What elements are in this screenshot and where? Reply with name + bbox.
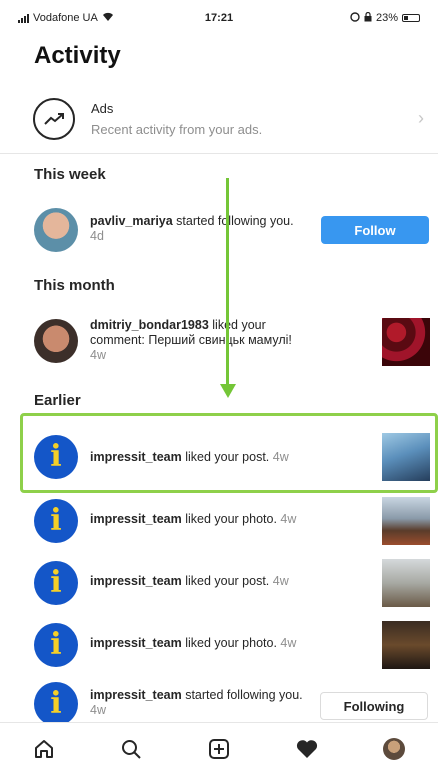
notification-time: 4w: [269, 574, 289, 588]
section-title-this-month: This month: [34, 277, 115, 294]
heart-icon: [296, 739, 317, 758]
home-icon: [34, 739, 53, 758]
notification-username[interactable]: impressit_team: [90, 636, 182, 650]
notification-text: impressit_team liked your post. 4w: [90, 450, 310, 465]
notification-text: dmitriy_bondar1983 liked your comment: П…: [90, 318, 310, 363]
brand-logo-glyph: i: [50, 686, 62, 721]
ads-subtitle: Recent activity from your ads.: [91, 121, 263, 137]
notification-text: impressit_team started following you. 4w: [90, 688, 310, 718]
notification-username[interactable]: impressit_team: [90, 688, 182, 702]
notification-item[interactable]: i impressit_team liked your post. 4w: [0, 554, 438, 612]
avatar[interactable]: [34, 208, 78, 252]
brand-logo-glyph: i: [50, 627, 62, 662]
notification-time: 4w: [269, 450, 289, 464]
notification-item[interactable]: pavliv_mariya started following you. 4d …: [0, 200, 438, 260]
follow-button[interactable]: Follow: [321, 216, 429, 244]
following-button[interactable]: Following: [320, 692, 428, 720]
notification-username[interactable]: pavliv_mariya: [90, 214, 173, 228]
carrier-label: Vodafone UA: [33, 12, 98, 24]
post-thumbnail[interactable]: [382, 559, 430, 607]
brand-logo-glyph: i: [50, 439, 62, 474]
notification-item[interactable]: i impressit_team liked your photo. 4w: [0, 616, 438, 674]
notification-action: started following you.: [172, 214, 294, 228]
chevron-right-icon: ›: [418, 108, 424, 128]
ads-row[interactable]: Ads Recent activity from your ads. ›: [0, 84, 438, 154]
page-title: Activity: [34, 42, 121, 69]
avatar[interactable]: i: [34, 561, 78, 605]
notification-text: impressit_team liked your photo. 4w: [90, 636, 310, 651]
brand-logo-glyph: i: [50, 503, 62, 538]
notification-time: 4w: [276, 512, 297, 526]
notification-item[interactable]: i impressit_team started following you. …: [0, 678, 438, 726]
notification-item[interactable]: i impressit_team liked your post. 4w: [0, 428, 438, 486]
tab-home[interactable]: [22, 727, 66, 771]
notification-action: liked your post.: [181, 574, 270, 588]
section-title-earlier: Earlier: [34, 392, 81, 409]
annotation-arrow-head: [220, 384, 236, 398]
tab-search[interactable]: [109, 727, 153, 771]
post-thumbnail[interactable]: [382, 497, 430, 545]
avatar[interactable]: i: [34, 623, 78, 667]
notification-username[interactable]: dmitriy_bondar1983: [90, 318, 209, 332]
notification-time: 4d: [90, 229, 104, 243]
annotation-arrow-line: [226, 178, 229, 388]
avatar[interactable]: [34, 319, 78, 363]
tab-bar: [0, 722, 438, 774]
notification-username[interactable]: impressit_team: [90, 512, 182, 526]
section-title-this-week: This week: [34, 166, 106, 183]
signal-icon: [18, 13, 29, 23]
notification-username[interactable]: impressit_team: [90, 574, 182, 588]
battery-icon: [402, 14, 420, 22]
notification-time: 4w: [90, 348, 106, 362]
notification-action: started following you.: [181, 688, 303, 702]
notification-text: impressit_team liked your post. 4w: [90, 574, 310, 589]
notification-text: pavliv_mariya started following you. 4d: [90, 214, 310, 244]
wifi-icon: [102, 12, 114, 25]
notification-action: liked your post.: [181, 450, 270, 464]
avatar[interactable]: i: [34, 499, 78, 543]
battery-percent: 23%: [375, 12, 398, 24]
avatar[interactable]: i: [34, 435, 78, 479]
lock-icon: [364, 11, 372, 25]
post-thumbnail[interactable]: [382, 318, 430, 366]
notification-action: liked your photo.: [181, 636, 277, 650]
status-left: Vodafone UA: [18, 12, 168, 25]
avatar[interactable]: i: [34, 682, 78, 726]
notification-time: 4w: [276, 636, 297, 650]
trending-up-icon: [33, 97, 75, 140]
status-bar: Vodafone UA 17:21 23%: [0, 0, 438, 36]
notification-time: 4w: [90, 703, 106, 717]
brand-logo-glyph: i: [50, 565, 62, 600]
post-thumbnail[interactable]: [382, 433, 430, 481]
notification-item[interactable]: dmitriy_bondar1983 liked your comment: П…: [0, 310, 438, 376]
status-time: 17:21: [204, 12, 234, 24]
tab-add-post[interactable]: [197, 727, 241, 771]
alarm-icon: [350, 11, 360, 25]
ads-title: Ads: [91, 100, 114, 116]
notification-username[interactable]: impressit_team: [90, 450, 182, 464]
tab-activity[interactable]: [285, 727, 329, 771]
ads-text: Ads Recent activity from your ads.: [91, 101, 262, 137]
status-right: 23%: [270, 11, 420, 25]
profile-avatar: [383, 737, 406, 760]
notification-action: liked your photo.: [181, 512, 277, 526]
tab-profile[interactable]: [372, 727, 416, 771]
notification-item[interactable]: i impressit_team liked your photo. 4w: [0, 492, 438, 550]
post-thumbnail[interactable]: [382, 621, 430, 669]
search-icon: [122, 739, 142, 759]
add-post-icon: [208, 738, 229, 759]
notification-text: impressit_team liked your photo. 4w: [90, 512, 310, 527]
